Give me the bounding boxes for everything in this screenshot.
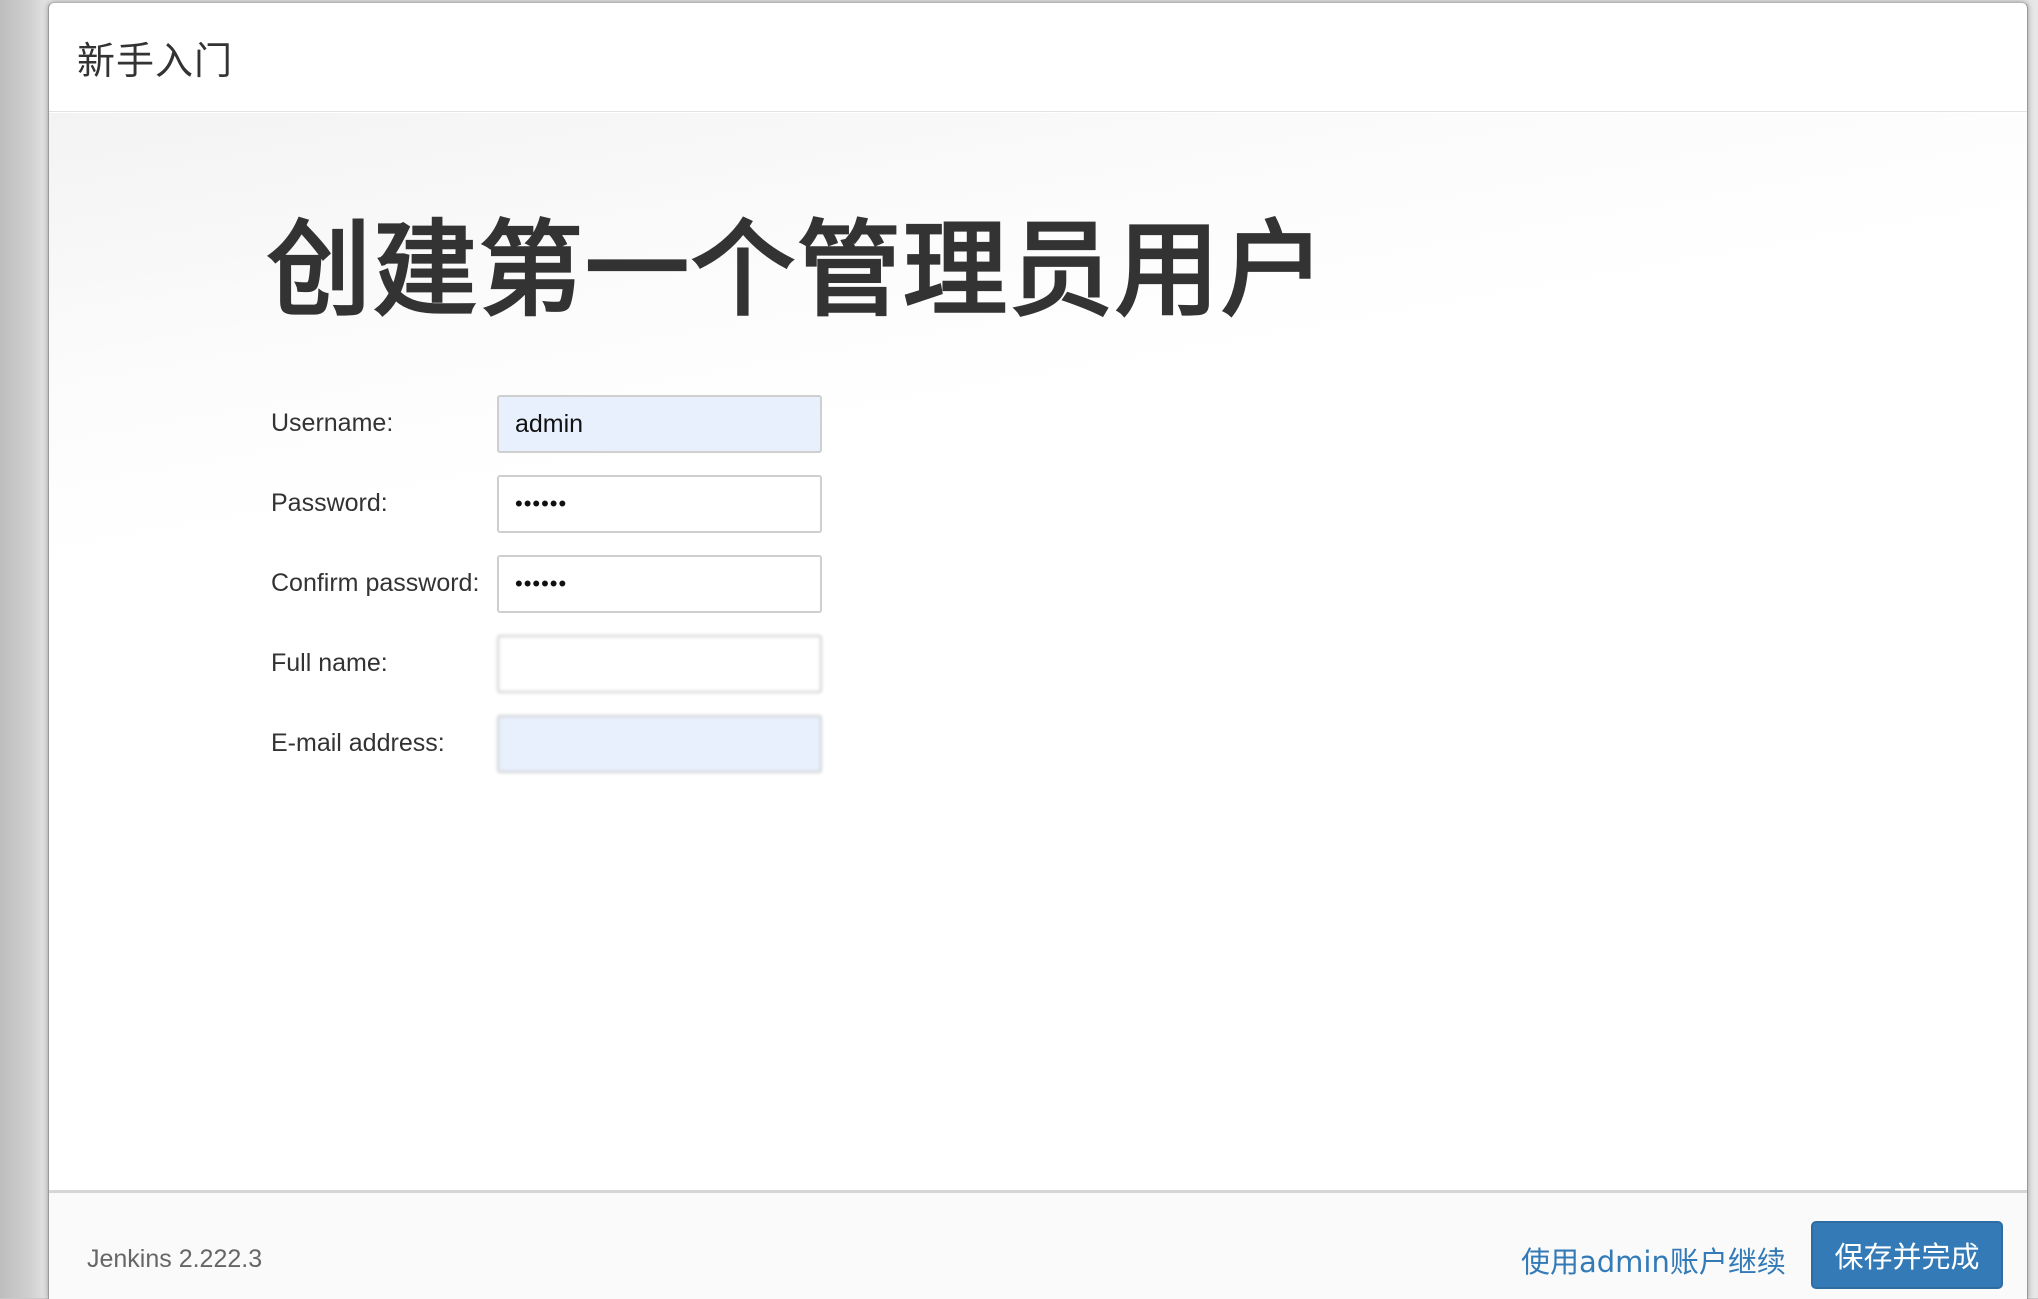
email-input[interactable] <box>497 715 822 773</box>
full-name-row: Full name: <box>271 635 822 715</box>
username-row: Username: <box>271 395 822 475</box>
dialog-footer: Jenkins 2.222.3 使用admin账户继续 保存并完成 <box>49 1190 2027 1299</box>
confirm-password-input[interactable] <box>497 555 822 613</box>
save-and-finish-button[interactable]: 保存并完成 <box>1811 1221 2003 1289</box>
page-title: 创建第一个管理员用户 <box>267 209 1328 331</box>
full-name-label: Full name: <box>271 649 388 677</box>
password-label: Password: <box>271 489 388 517</box>
dialog-header: 新手入门 <box>49 3 2027 112</box>
continue-as-admin-link[interactable]: 使用admin账户继续 <box>1521 1239 1786 1281</box>
username-label: Username: <box>271 409 394 437</box>
username-input[interactable] <box>497 395 822 453</box>
version-label: Jenkins 2.222.3 <box>87 1245 263 1273</box>
dialog-title: 新手入门 <box>77 38 234 83</box>
password-input[interactable] <box>497 475 822 533</box>
email-label: E-mail address: <box>271 729 445 757</box>
dialog-body: 创建第一个管理员用户 Username: Password: Confirm p… <box>49 113 2027 1190</box>
full-name-input[interactable] <box>497 635 822 693</box>
email-row: E-mail address: <box>271 715 822 795</box>
setup-wizard-dialog: 新手入门 创建第一个管理员用户 Username: Password: Conf… <box>48 2 2028 1299</box>
password-row: Password: <box>271 475 822 555</box>
confirm-password-label: Confirm password: <box>271 569 480 597</box>
confirm-password-row: Confirm password: <box>271 555 822 635</box>
create-admin-form: Username: Password: Confirm password: Fu… <box>271 395 822 795</box>
